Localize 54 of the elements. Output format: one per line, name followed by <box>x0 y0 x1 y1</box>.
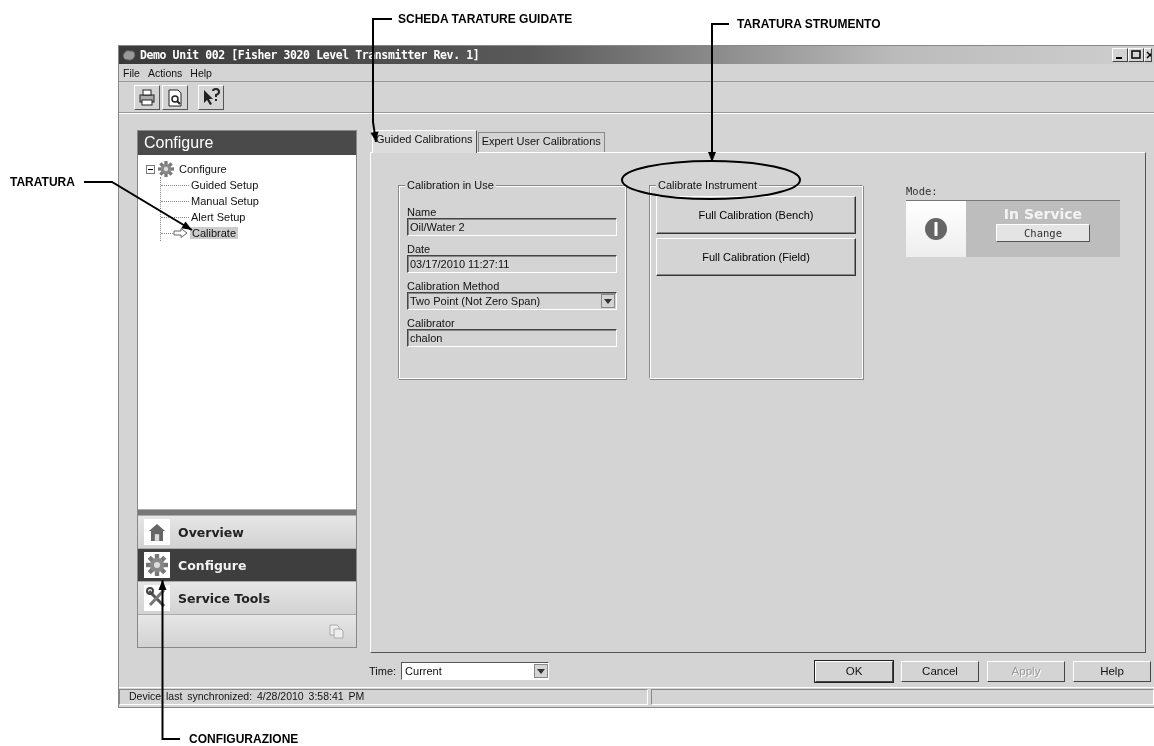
gear-icon <box>146 554 168 576</box>
panel-header: Configure <box>138 131 356 155</box>
text-field[interactable]: 03/17/2010 11:27:11 <box>407 255 617 273</box>
calibration-button[interactable]: Full Calibration (Bench) <box>656 196 856 234</box>
change-button[interactable]: Change <box>996 224 1090 242</box>
tree-item[interactable]: Calibrate <box>190 227 239 239</box>
dropdown[interactable]: Two Point (Not Zero Span) <box>407 292 617 310</box>
app-icon <box>121 48 137 62</box>
field-label: Date <box>407 243 432 255</box>
print-preview-button[interactable] <box>162 84 188 110</box>
callout-label: CONFIGURAZIONE <box>189 732 299 746</box>
print-preview-icon <box>165 87 185 107</box>
callout-label: TARATURA <box>10 175 75 189</box>
collapse-icon[interactable] <box>146 164 155 174</box>
tab[interactable]: Expert User Calibrations <box>477 132 605 152</box>
info-icon <box>924 217 948 241</box>
dialog-button[interactable]: OK <box>815 660 893 682</box>
field-label: Name <box>407 206 438 218</box>
dialog-button[interactable]: Help <box>1073 660 1151 682</box>
tools-icon <box>146 587 168 609</box>
help-pointer-icon <box>201 87 221 107</box>
tree-item[interactable]: Manual Setup <box>189 195 261 207</box>
callout-label: SCHEDA TARATURE GUIDATE <box>398 12 573 26</box>
field-label: Calibration Method <box>407 280 501 292</box>
menu-item[interactable]: File <box>123 66 140 79</box>
close-icon[interactable] <box>1144 48 1152 62</box>
menu-item[interactable]: Actions <box>147 66 183 79</box>
help-pointer-button[interactable] <box>198 84 224 110</box>
menu-item[interactable]: Help <box>190 66 212 79</box>
group-title: Calibration in Use <box>405 179 496 191</box>
arrow-icon <box>173 228 189 238</box>
status-text: Device last synchronized: 4/28/2010 3:58:41 PM <box>119 689 648 705</box>
nav-button[interactable]: Service Tools <box>138 581 356 614</box>
maximize-icon[interactable] <box>1128 48 1144 62</box>
text-field[interactable]: chalon <box>407 329 617 347</box>
window-title: Demo Unit 002 [Fisher 3020 Level Transmitter Rev. 1] <box>140 48 480 62</box>
gear-icon <box>158 161 174 177</box>
callout-label: TARATURA STRUMENTO <box>737 17 881 31</box>
printer-button[interactable] <box>134 84 160 110</box>
field-label: Calibrator <box>407 317 456 329</box>
mode-label: Mode: <box>906 185 939 197</box>
text-field[interactable]: Oil/Water 2 <box>407 218 617 236</box>
time-dropdown[interactable]: Current <box>401 662 550 680</box>
nav-button[interactable]: Configure <box>138 548 356 581</box>
calibration-button[interactable]: Full Calibration (Field) <box>656 238 856 276</box>
tree-item[interactable]: Alert Setup <box>189 211 248 223</box>
minimize-icon[interactable] <box>1112 48 1128 62</box>
nav-button[interactable]: Overview <box>138 515 356 548</box>
tree-item[interactable]: Guided Setup <box>189 179 261 191</box>
time-label: Time: <box>369 665 397 677</box>
dialog-button[interactable]: Cancel <box>901 660 979 682</box>
printer-icon <box>137 87 157 107</box>
group-title: Calibrate Instrument <box>656 179 760 191</box>
tree-item[interactable]: Configure <box>177 163 229 175</box>
